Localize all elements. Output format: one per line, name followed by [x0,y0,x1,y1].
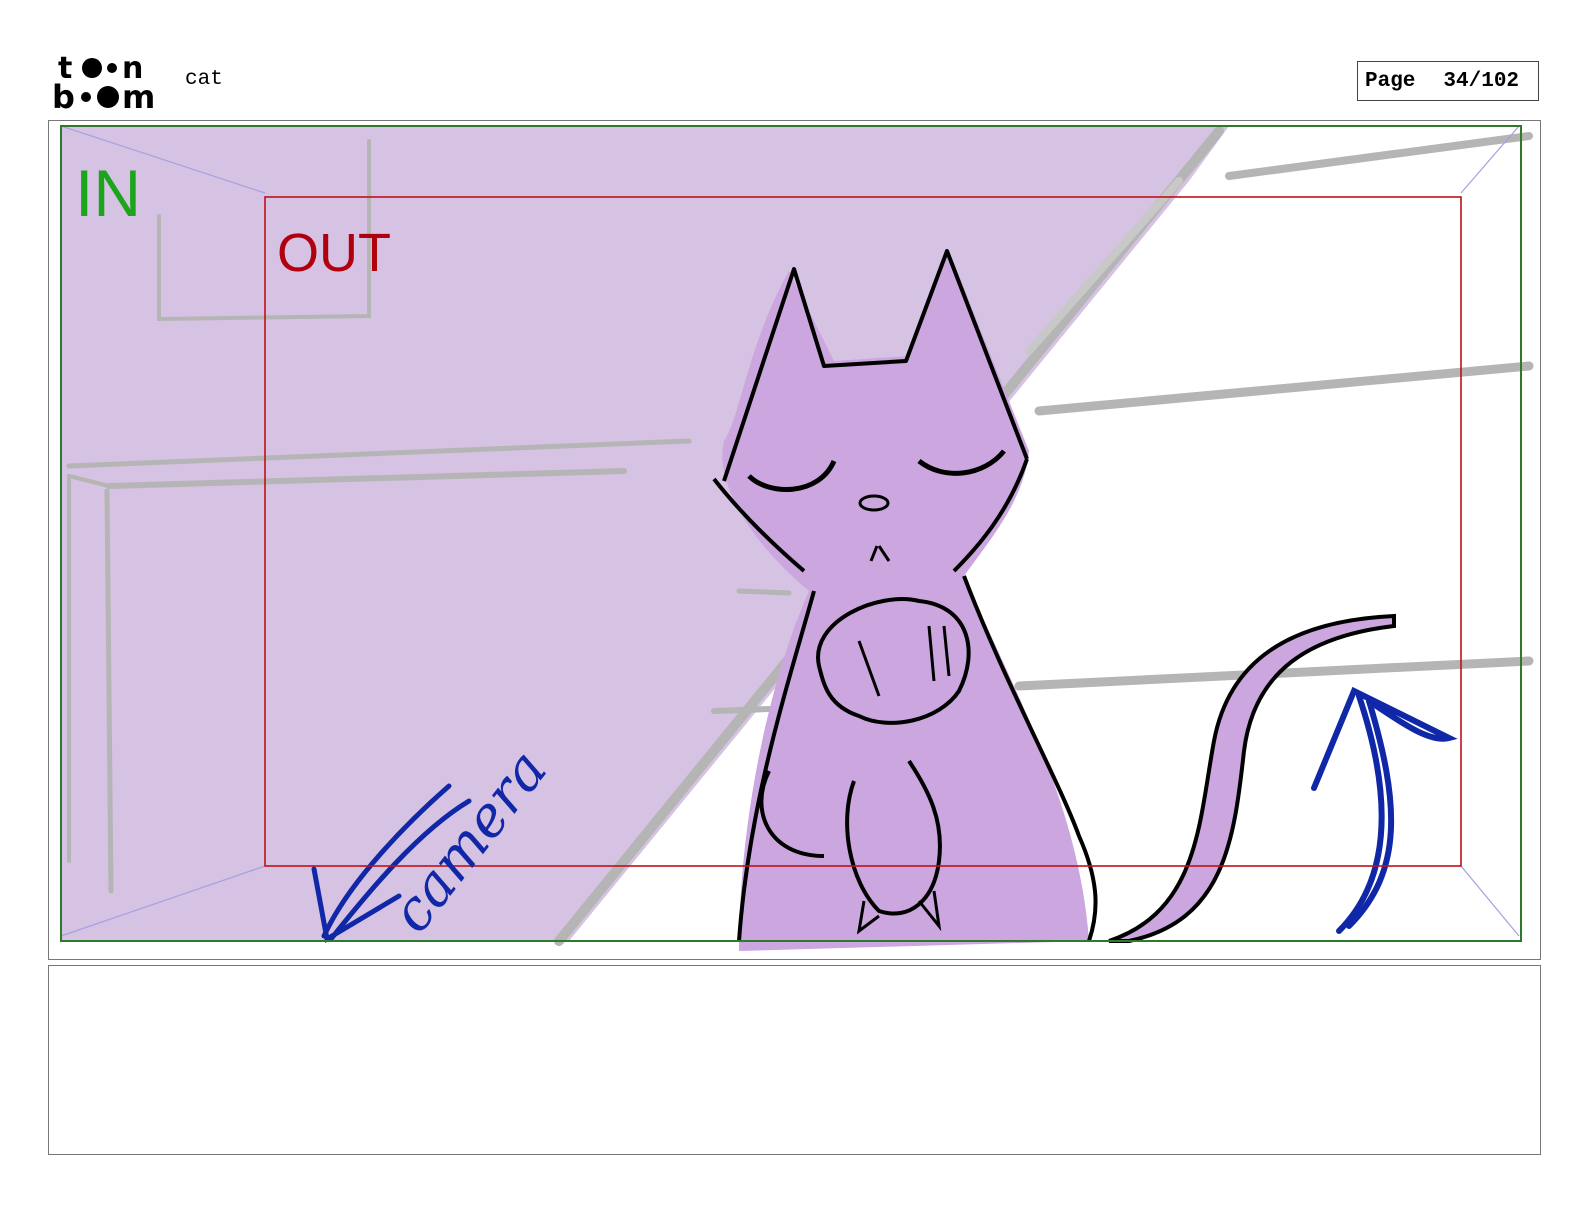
storyboard-panel[interactable]: IN OUT camera [48,120,1541,960]
cat-tail [1108,613,1396,943]
out-label: OUT [277,223,391,283]
page-indicator: Page 34/102 [1357,61,1539,101]
page-number: 34/102 [1443,69,1520,93]
project-name: cat [185,68,223,91]
movement-arrow-right [1311,686,1458,934]
page-label: Page [1365,69,1416,93]
toon-boom-logo: t n b m [52,51,155,112]
svg-text:m: m [122,78,155,112]
in-label: IN [75,156,141,230]
caption-panel[interactable] [48,965,1541,1155]
svg-text:b: b [52,78,75,112]
panel-drawing: IN OUT camera [60,125,1534,951]
